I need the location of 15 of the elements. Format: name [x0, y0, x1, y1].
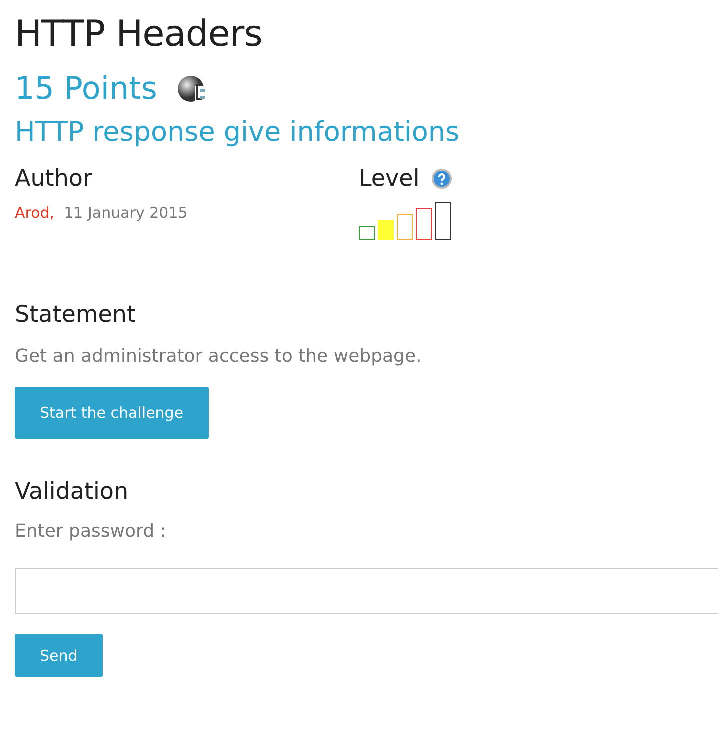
section-heading: Validation [15, 479, 130, 505]
level-heading: Level [359, 166, 420, 192]
statement-text: Get an administrator access to the webpage. [15, 346, 423, 367]
help-icon[interactable] [432, 169, 452, 189]
challenge-subtitle: HTTP response give informations [15, 117, 461, 148]
section-heading: Statement [15, 302, 138, 328]
globe-icon [177, 74, 208, 104]
password-field[interactable] [15, 568, 718, 614]
points-value: 15 Points [15, 71, 158, 107]
page-title: HTTP Headers [15, 14, 264, 55]
author-line: Arod, 11 January 2015 [15, 204, 189, 222]
author-heading: Author [15, 166, 94, 192]
start-challenge-button[interactable]: Start the challenge [15, 387, 209, 439]
send-button[interactable]: Send [15, 634, 103, 677]
password-label: Enter password : [15, 521, 168, 542]
